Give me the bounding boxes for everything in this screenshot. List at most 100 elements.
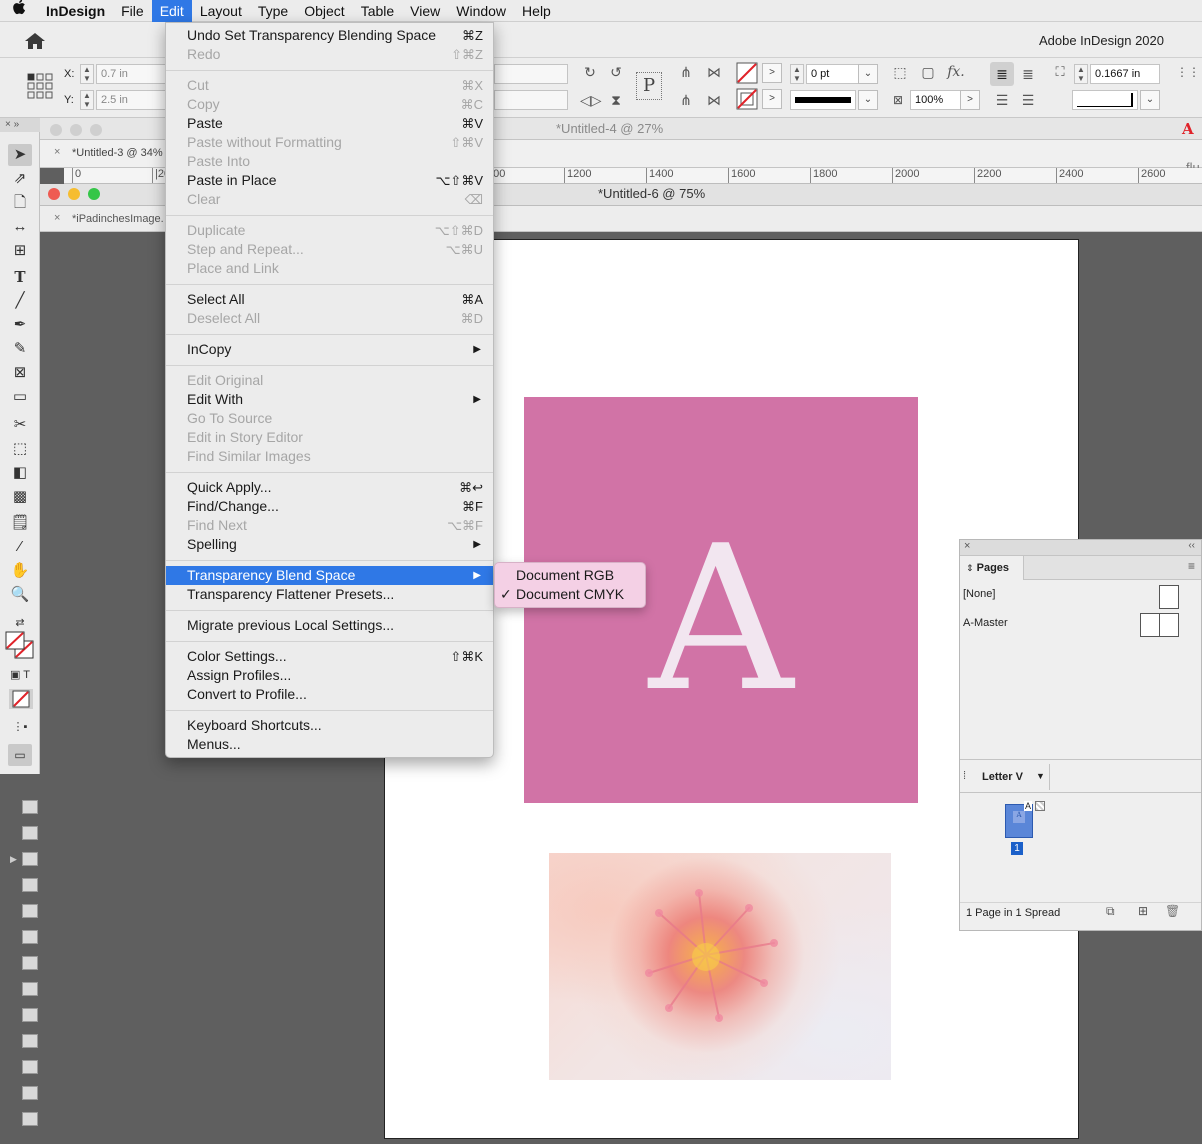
stroke-preview-select[interactable] xyxy=(1072,90,1138,110)
menu-view[interactable]: View xyxy=(402,0,448,22)
stroke-weight-field[interactable]: 0 pt xyxy=(806,64,860,84)
y-field[interactable]: 2.5 in xyxy=(96,90,166,110)
tab-pages[interactable]: ⇕ Pages xyxy=(960,556,1024,580)
panel-menu-icon[interactable]: ≡ xyxy=(1188,559,1195,573)
stroke-type-dropdown[interactable]: ⌄ xyxy=(858,90,878,110)
text-wrap-icon[interactable]: ☰ xyxy=(992,90,1012,110)
align-spine-icon[interactable]: ≣ xyxy=(1018,64,1038,84)
menu-item-paste[interactable]: Paste ⌘V xyxy=(166,114,493,133)
zoom-tool-icon[interactable]: 🔍 xyxy=(8,584,32,606)
fill-stroke-swatch-icon[interactable] xyxy=(4,630,36,660)
collapsed-panel-icon[interactable] xyxy=(22,904,38,918)
menu-item-menus[interactable]: Menus... xyxy=(166,735,493,754)
menu-item-keyboard-shortcuts[interactable]: Keyboard Shortcuts... xyxy=(166,716,493,735)
line-tool-icon[interactable]: ╱ xyxy=(8,290,32,312)
collapsed-panel-icon[interactable] xyxy=(22,878,38,892)
page-1-number[interactable]: 1 xyxy=(1011,842,1023,855)
collapsed-panel-icon[interactable] xyxy=(22,1060,38,1074)
edit-page-size-icon[interactable]: ⧉ xyxy=(1106,904,1115,919)
master-a-left-thumbnail[interactable] xyxy=(1140,613,1160,637)
menu-item-transparency-flattener-presets[interactable]: Transparency Flattener Presets... xyxy=(166,585,493,604)
collapsed-panel-icon[interactable] xyxy=(22,1086,38,1100)
minimize-button[interactable] xyxy=(68,188,80,200)
collapsed-panel-icon[interactable] xyxy=(22,852,38,866)
shear-field[interactable] xyxy=(494,90,568,110)
collapsed-panel-icon[interactable] xyxy=(22,1034,38,1048)
hand-tool-icon[interactable]: ✋ xyxy=(8,560,32,582)
stroke-weight-stepper[interactable]: ▲ ▼ xyxy=(790,64,804,84)
menu-item-undo[interactable]: Undo Set Transparency Blending Space ⌘Z xyxy=(166,26,493,45)
direct-selection-tool-icon[interactable]: ⇗ xyxy=(8,168,32,190)
menu-item-convert-to-profile[interactable]: Convert to Profile... xyxy=(166,685,493,704)
stroke-swatch-icon[interactable] xyxy=(736,88,758,110)
effects-icon[interactable]: fx. xyxy=(946,62,966,82)
offset-stepper[interactable]: ▲ ▼ xyxy=(1074,64,1088,84)
opacity-field[interactable]: 100% xyxy=(910,90,962,110)
menu-app[interactable]: InDesign xyxy=(38,0,113,22)
auto-fit-icon[interactable]: ⛶ xyxy=(1050,62,1070,82)
rectangle-frame-tool-icon[interactable]: ⊠ xyxy=(8,362,32,384)
content-collector-icon[interactable]: ⊞ xyxy=(8,240,32,262)
rotate-cw-icon[interactable]: ↻ xyxy=(580,62,600,82)
select-content-icon[interactable]: ⋔ xyxy=(676,90,696,110)
new-page-icon[interactable]: ⊞ xyxy=(1138,904,1148,918)
collapsed-panel-icon[interactable] xyxy=(22,930,38,944)
apply-none-icon[interactable] xyxy=(8,688,34,710)
align-away-spine-icon[interactable]: ≣ xyxy=(990,62,1014,86)
fill-dropdown[interactable]: > xyxy=(762,63,782,83)
y-stepper[interactable]: ▲ ▼ xyxy=(80,90,94,110)
eyedropper-tool-icon[interactable]: ⁄ xyxy=(8,536,32,558)
close-icon[interactable]: × xyxy=(964,540,970,552)
frame-fitting-icon[interactable]: ⬚ xyxy=(890,62,910,82)
flip-horizontal-icon[interactable]: ◁▷ xyxy=(580,90,602,110)
opacity-dropdown[interactable]: > xyxy=(960,90,980,110)
rotate-ccw-icon[interactable]: ↺ xyxy=(606,62,626,82)
collapsed-panel-icon[interactable] xyxy=(22,982,38,996)
minimize-dot[interactable] xyxy=(70,124,82,136)
dropdown-arrow-icon[interactable]: ▼ xyxy=(1036,771,1045,781)
select-next-icon[interactable]: ⋈ xyxy=(704,90,724,110)
reference-point-icon[interactable] xyxy=(26,72,54,100)
x-stepper[interactable]: ▲ ▼ xyxy=(80,64,94,84)
pen-tool-icon[interactable]: ✒ xyxy=(8,314,32,336)
master-none[interactable]: [None] xyxy=(963,588,995,600)
menu-object[interactable]: Object xyxy=(296,0,352,22)
stroke-dropdown[interactable]: > xyxy=(762,89,782,109)
stroke-preview-dropdown[interactable]: ⌄ xyxy=(1140,90,1160,110)
text-columns-icon[interactable]: ☰ xyxy=(1018,90,1038,110)
menu-item-quick-apply[interactable]: Quick Apply... ⌘↩ xyxy=(166,478,493,497)
menu-item-transparency-blend-space[interactable]: Transparency Blend Space ▶ xyxy=(166,566,493,585)
close-dot[interactable] xyxy=(50,124,62,136)
menu-item-find-change[interactable]: Find/Change... ⌘F xyxy=(166,497,493,516)
home-icon[interactable] xyxy=(22,30,48,52)
flower-image[interactable] xyxy=(549,853,891,1080)
expand-arrow-icon[interactable]: ▶ xyxy=(10,854,17,865)
select-prev-icon[interactable]: ⋈ xyxy=(704,62,724,82)
master-none-thumbnail[interactable] xyxy=(1159,585,1179,609)
stroke-style-icon[interactable]: ▢ xyxy=(918,62,938,82)
delete-page-icon[interactable]: 🗑 xyxy=(1165,904,1180,918)
menu-item-assign-profiles[interactable]: Assign Profiles... xyxy=(166,666,493,685)
formatting-affects-icon[interactable]: ▣ T xyxy=(8,664,32,686)
menu-item-paste-in-place[interactable]: Paste in Place ⌥⇧⌘V xyxy=(166,171,493,190)
master-a-right-thumbnail[interactable] xyxy=(1159,613,1179,637)
select-container-icon[interactable]: ⋔ xyxy=(676,62,696,82)
gap-tool-icon[interactable]: ↔ xyxy=(8,216,32,238)
panel-options-icon[interactable]: ⋮⋮ xyxy=(1176,62,1200,82)
type-tool-icon[interactable]: T xyxy=(8,266,32,288)
zoom-dot[interactable] xyxy=(90,124,102,136)
fill-swatch-icon[interactable] xyxy=(736,62,758,84)
menu-window[interactable]: Window xyxy=(448,0,514,22)
collapsed-panel-icon[interactable] xyxy=(22,1008,38,1022)
collapsed-panel-icon[interactable] xyxy=(22,800,38,814)
selection-tool-icon[interactable]: ➤ xyxy=(8,144,32,166)
menu-layout[interactable]: Layout xyxy=(192,0,250,22)
master-a[interactable]: A-Master xyxy=(963,617,1008,629)
x-field[interactable]: 0.7 in xyxy=(96,64,166,84)
collapsed-panel-icon[interactable] xyxy=(22,1112,38,1126)
close-icon[interactable]: × xyxy=(54,146,60,158)
stroke-weight-dropdown[interactable]: ⌄ xyxy=(858,64,878,84)
menu-item-migrate-settings[interactable]: Migrate previous Local Settings... xyxy=(166,616,493,635)
stroke-type-select[interactable] xyxy=(790,90,856,110)
page-size-select[interactable]: Letter V xyxy=(982,771,1023,783)
